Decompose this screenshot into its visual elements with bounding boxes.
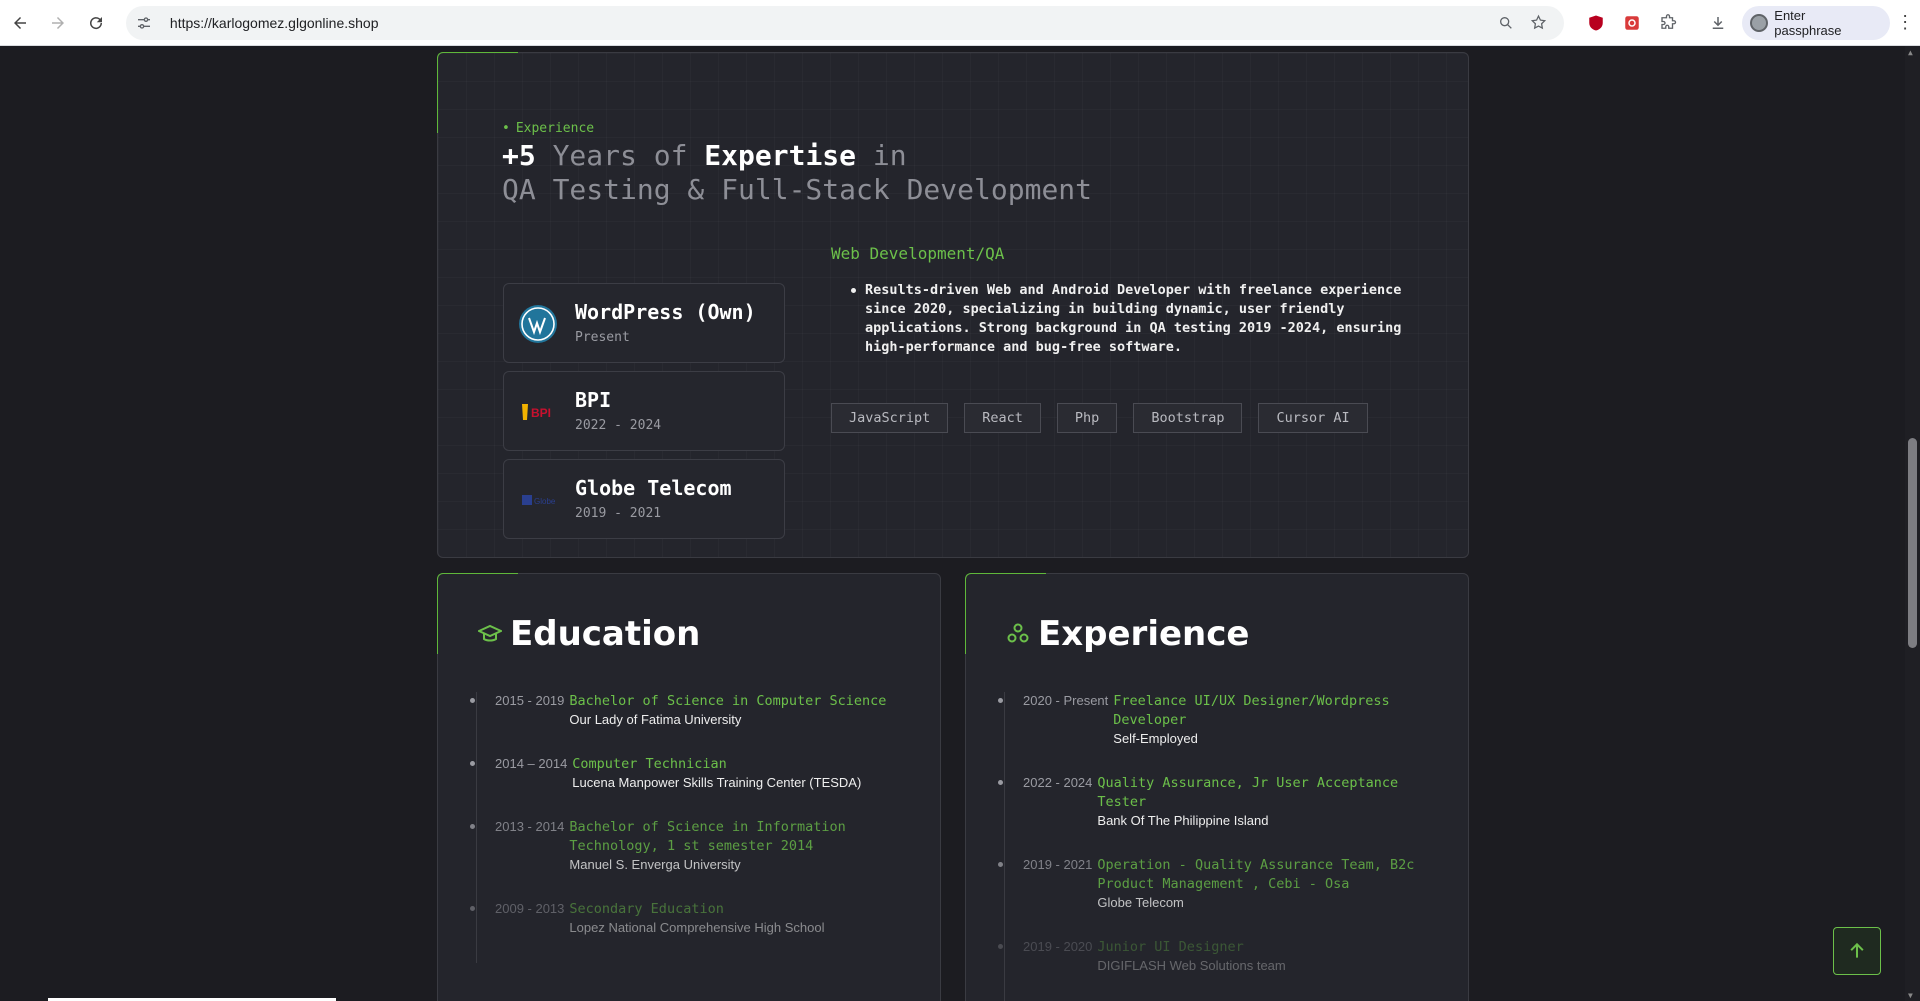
experience-title-text: Experience <box>1038 614 1250 654</box>
headline-line2: QA Testing & Full-Stack Development <box>502 173 1093 206</box>
bpi-logo-icon: BPI <box>518 392 558 432</box>
timeline-date: 2014 – 2014 <box>495 756 568 771</box>
scrollbar-thumb[interactable] <box>1908 438 1917 648</box>
list-item: 2022 - 2024 Quality Assurance, Jr User A… <box>998 774 1444 828</box>
list-item: 2015 - 2019 Bachelor of Science in Compu… <box>470 692 916 727</box>
back-to-top-button[interactable] <box>1833 927 1881 975</box>
job-name: BPI <box>575 388 612 412</box>
timeline-org: Lucena Manpower Skills Training Center (… <box>572 775 862 790</box>
education-timeline: 2015 - 2019 Bachelor of Science in Compu… <box>470 692 916 963</box>
skill-tag: Cursor AI <box>1258 403 1368 433</box>
wordpress-logo-icon <box>518 304 558 344</box>
profile-label: Enter passphrase <box>1774 7 1842 38</box>
timeline-title: Quality Assurance, Jr User Acceptance Te… <box>1097 775 1399 810</box>
list-item: 2009 - 2013 Secondary Education Lopez Na… <box>470 900 916 935</box>
team-icon <box>1006 622 1030 646</box>
job-date: 2019 - 2021 <box>575 506 662 521</box>
experience-card: Experience 2020 - Present Freelance UI/U… <box>965 573 1469 1001</box>
download-icon[interactable] <box>1700 14 1736 32</box>
timeline-org: Self-Employed <box>1113 731 1198 746</box>
graduation-cap-icon <box>478 622 502 646</box>
list-item: 2014 – 2014 Computer Technician Lucena M… <box>470 755 916 790</box>
profile-button[interactable]: Enter passphrase <box>1742 5 1891 40</box>
timeline-date: 2013 - 2014 <box>495 819 565 834</box>
skill-tags: JavaScript React Php Bootstrap Cursor AI <box>831 403 1368 433</box>
expertise-headline: +5 Years of Expertise in QA Testing & Fu… <box>502 139 1092 207</box>
reload-button[interactable] <box>78 5 114 41</box>
list-item: 2020 - Present Freelance UI/UX Designer/… <box>998 692 1444 746</box>
headline-expertise: Expertise <box>704 139 857 172</box>
experience-title: Experience <box>1006 614 1249 654</box>
job-date: Present <box>575 330 630 345</box>
role-description: Results-driven Web and Android Developer… <box>851 281 1405 357</box>
job-date: 2022 - 2024 <box>575 418 662 433</box>
timeline-org: Bank Of The Philippine Island <box>1097 813 1269 828</box>
job-card-bpi[interactable]: BPI BPI 2022 - 2024 <box>503 371 785 451</box>
arrow-up-icon <box>1850 942 1864 958</box>
job-card-globe[interactable]: Globe Globe Telecom 2019 - 2021 <box>503 459 785 539</box>
arrow-right-icon <box>51 16 64 29</box>
reload-icon <box>89 16 102 29</box>
list-item: 2019 - 2021 Operation - Quality Assuranc… <box>998 856 1444 910</box>
extensions-puzzle-icon[interactable] <box>1650 13 1686 32</box>
timeline-date: 2019 - 2021 <box>1023 857 1093 872</box>
job-card-wordpress[interactable]: WordPress (Own) Present <box>503 283 785 363</box>
browser-toolbar: https://karlogomez.glgonline.shop Enter … <box>0 0 1920 46</box>
timeline-title: Bachelor of Science in Computer Science <box>569 693 887 709</box>
education-title: Education <box>478 614 700 654</box>
bookmark-star-icon[interactable] <box>1522 14 1554 31</box>
job-name: WordPress (Own) <box>575 300 756 324</box>
job-name: Globe Telecom <box>575 476 732 500</box>
education-card: Education 2015 - 2019 Bachelor of Scienc… <box>437 573 941 1001</box>
timeline-org: DIGIFLASH Web Solutions team <box>1097 958 1286 973</box>
timeline-title: Secondary Education <box>569 901 724 917</box>
timeline-date: 2022 - 2024 <box>1023 775 1093 790</box>
timeline-date: 2009 - 2013 <box>495 901 565 916</box>
timeline-org: Our Lady of Fatima University <box>569 712 742 727</box>
browser-menu-icon[interactable]: ⋮ <box>1890 12 1920 33</box>
back-button[interactable] <box>2 5 38 41</box>
skill-tag: React <box>964 403 1041 433</box>
scroll-up-icon[interactable]: ▲ <box>1908 48 1917 57</box>
timeline-org: Manuel S. Enverga University <box>569 857 741 872</box>
timeline-date: 2015 - 2019 <box>495 693 565 708</box>
skill-tag: JavaScript <box>831 403 949 433</box>
zoom-icon[interactable] <box>1490 15 1522 31</box>
bpi-logo-text: BPI <box>531 406 551 420</box>
expertise-card: Experience +5 Years of Expertise in QA T… <box>437 52 1469 558</box>
page-content: Experience +5 Years of Expertise in QA T… <box>0 46 1905 1001</box>
timeline-title: Freelance UI/UX Designer/Wordpress Devel… <box>1113 693 1390 728</box>
education-title-text: Education <box>510 614 701 654</box>
headline-years-of: Years of <box>535 139 705 172</box>
skill-tag: Bootstrap <box>1133 403 1243 433</box>
timeline-date: 2020 - Present <box>1023 693 1109 708</box>
avatar <box>1750 13 1769 32</box>
page-scrollbar[interactable]: ▲ ▼ <box>1905 46 1920 1001</box>
timeline-date: 2019 - 2020 <box>1023 939 1093 954</box>
headline-in: in <box>856 139 907 172</box>
globe-logo-icon: Globe <box>518 480 558 520</box>
timeline-org: Globe Telecom <box>1097 895 1184 910</box>
list-item: 2013 - 2014 Bachelor of Science in Infor… <box>470 818 916 872</box>
red-extension-icon[interactable] <box>1614 14 1650 32</box>
list-item: 2019 - 2020 Junior UI Designer DIGIFLASH… <box>998 938 1444 973</box>
timeline-title: Bachelor of Science in Information Techn… <box>569 819 846 854</box>
headline-years-count: +5 <box>502 139 536 172</box>
forward-button[interactable] <box>40 5 76 41</box>
globe-logo-text: Globe <box>534 497 556 506</box>
scroll-down-icon[interactable]: ▼ <box>1908 991 1917 1000</box>
timeline-title: Junior UI Designer <box>1097 939 1244 955</box>
url-text[interactable]: https://karlogomez.glgonline.shop <box>162 15 1491 31</box>
timeline-org: Lopez National Comprehensive High School <box>569 920 825 935</box>
section-eyebrow: Experience <box>502 121 594 136</box>
role-title: Web Development/QA <box>831 244 1005 263</box>
skill-tag: Php <box>1056 403 1118 433</box>
timeline-title: Operation - Quality Assurance Team, B2c … <box>1097 857 1415 892</box>
site-settings-icon[interactable] <box>136 15 162 31</box>
experience-timeline: 2020 - Present Freelance UI/UX Designer/… <box>998 692 1444 1001</box>
arrow-left-icon <box>13 16 26 29</box>
ublock-extension-icon[interactable] <box>1578 14 1614 32</box>
address-bar[interactable]: https://karlogomez.glgonline.shop <box>125 5 1565 40</box>
timeline-title: Computer Technician <box>572 756 727 772</box>
